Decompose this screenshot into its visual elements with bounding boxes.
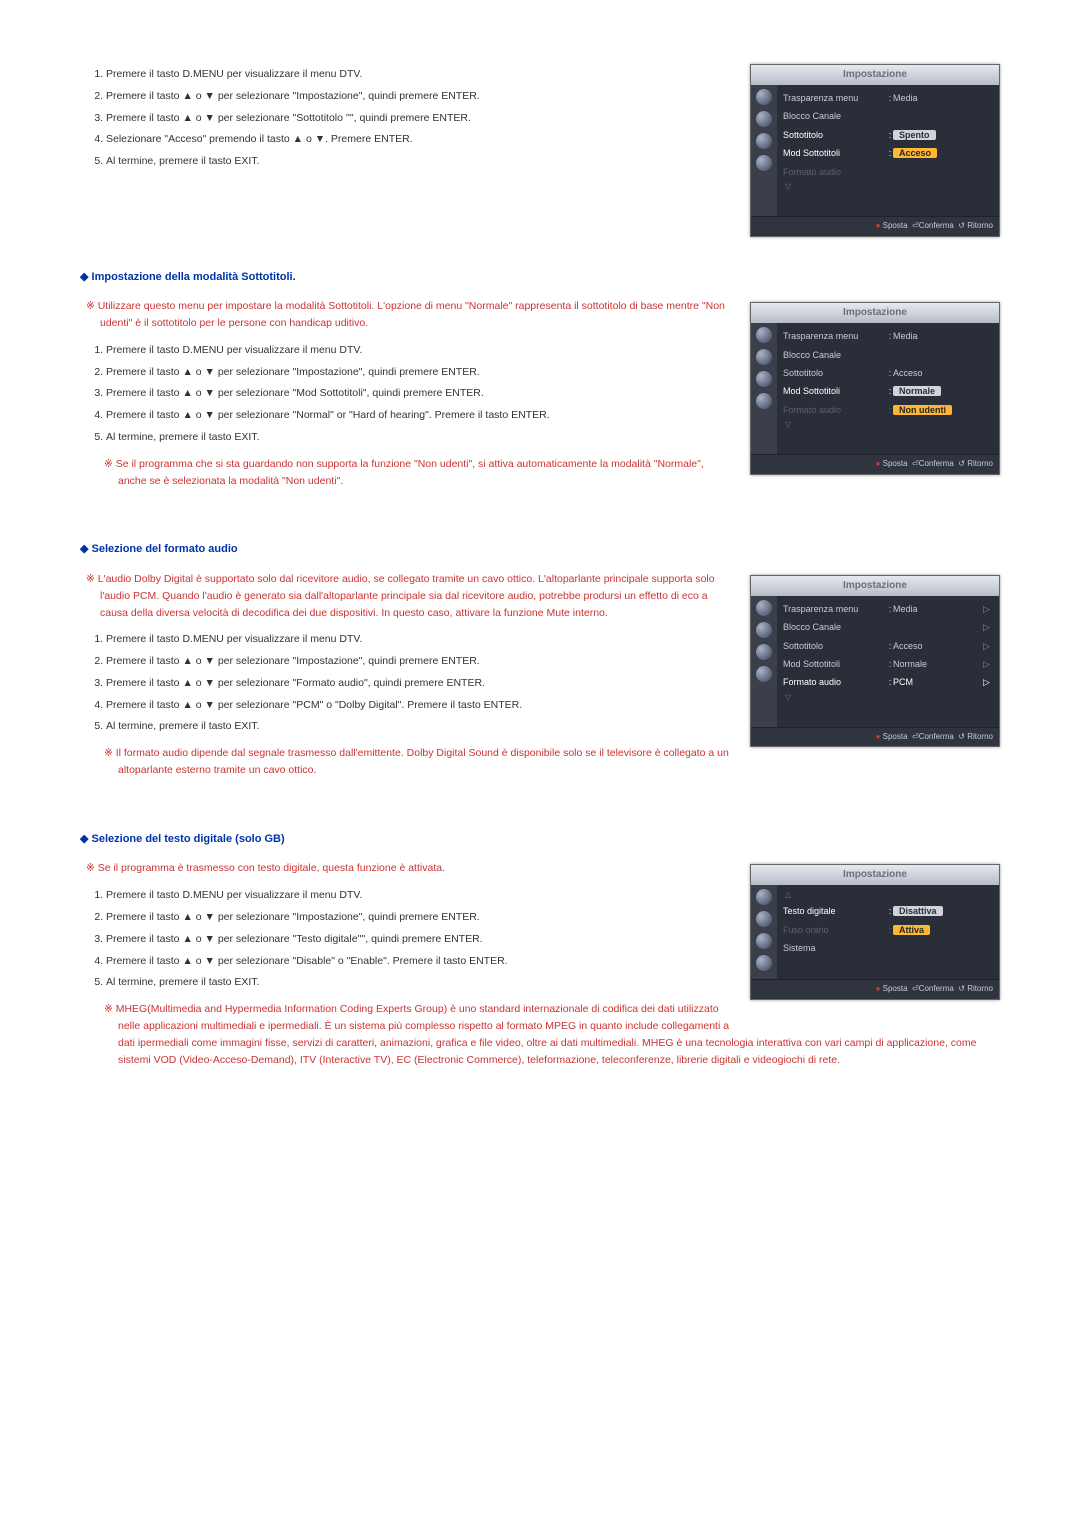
osd-value: Acceso [893,366,993,380]
osd-label: Blocco Canale [783,348,887,362]
osd-icon [756,111,772,127]
osd-value: PCM [893,675,983,689]
osd-icon-column [751,85,777,216]
section-mod-sottotitoli: Impostazione della modalità Sottotitoli.… [80,269,1000,490]
osd-icon [756,371,772,387]
osd-label: Formato audio [783,403,887,417]
chevron-right-icon: ▷ [983,602,993,616]
osd-title: Impostazione [751,65,999,85]
osd-impostazione-mod-sottotitoli: Impostazione Trasparenza menu:Media Bloc… [750,302,1000,475]
section-note: Il formato audio dipende dal segnale tra… [98,745,1000,779]
osd-label: Trasparenza menu [783,602,887,616]
section-heading: Selezione del testo digitale (solo GB) [80,831,1000,849]
osd-icon [756,644,772,660]
osd-value-highlight: Attiva [893,925,930,935]
osd-icon [756,666,772,682]
osd-value-highlight: Spento [893,130,936,140]
osd-footer: ● Sposta ⏎Conferma ↺ Ritorno [751,727,999,747]
osd-label: Formato audio [783,675,887,689]
osd-value: Acceso [893,639,983,653]
osd-value-highlight: Normale [893,386,941,396]
osd-icon [756,622,772,638]
osd-icon [756,349,772,365]
osd-value: Media [893,602,983,616]
osd-scroll-indicator: ▽ [783,692,993,705]
osd-impostazione-formato-audio: Impostazione Trasparenza menu:Media▷ Blo… [750,575,1000,748]
osd-label: Mod Sottotitoli [783,657,887,671]
osd-icon [756,889,772,905]
osd-icon [756,89,772,105]
osd-footer: ● Sposta ⏎Conferma ↺ Ritorno [751,216,999,236]
osd-label: Mod Sottotitoli [783,146,887,160]
osd-label: Fuso orario [783,923,887,937]
section-formato-audio: Selezione del formato audio Impostazione… [80,541,1000,779]
osd-icon [756,393,772,409]
osd-label: Blocco Canale [783,109,887,123]
chevron-right-icon: ▷ [983,620,993,634]
section-heading: Selezione del formato audio [80,541,1000,559]
osd-scroll-indicator: ▽ [783,181,993,194]
osd-value: Media [893,91,993,105]
osd-title: Impostazione [751,576,999,596]
section-heading: Impostazione della modalità Sottotitoli. [80,269,1000,287]
chevron-right-icon: ▷ [983,657,993,671]
osd-label: Sottotitolo [783,639,887,653]
osd-icon [756,327,772,343]
osd-icon [756,600,772,616]
osd-title: Impostazione [751,303,999,323]
osd-icon [756,955,772,971]
osd-icon-column [751,885,777,979]
section-testo-digitale: Selezione del testo digitale (solo GB) I… [80,831,1000,1069]
osd-footer: ● Sposta ⏎Conferma ↺ Ritorno [751,454,999,474]
osd-icon-column [751,323,777,454]
osd-label: Trasparenza menu [783,91,887,105]
osd-value-highlight: Disattiva [893,906,943,916]
osd-label: Mod Sottotitoli [783,384,887,398]
osd-label: Sottotitolo [783,366,887,380]
osd-label: Trasparenza menu [783,329,887,343]
section-note: MHEG(Multimedia and Hypermedia Informati… [98,1001,1000,1068]
osd-title: Impostazione [751,865,999,885]
osd-label: Sistema [783,941,887,955]
osd-icon-column [751,596,777,727]
osd-label: Blocco Canale [783,620,887,634]
chevron-right-icon: ▷ [983,675,993,689]
osd-label: Testo digitale [783,904,887,918]
osd-label: Formato audio [783,165,887,179]
osd-icon [756,911,772,927]
osd-value: Normale [893,657,983,671]
osd-footer: ● Sposta ⏎Conferma ↺ Ritorno [751,979,999,999]
osd-value-highlight: Non udenti [893,405,952,415]
osd-icon [756,155,772,171]
osd-value: Media [893,329,993,343]
osd-impostazione-testo-digitale: Impostazione △ Testo digitale:Disattiva … [750,864,1000,1000]
osd-impostazione-sottotitolo: Impostazione Trasparenza menu:Media Bloc… [750,64,1000,237]
osd-icon [756,133,772,149]
osd-icon [756,933,772,949]
osd-scroll-indicator: ▽ [783,419,993,432]
osd-scroll-indicator: △ [783,889,993,902]
osd-value-highlight: Acceso [893,148,937,158]
osd-label: Sottotitolo [783,128,887,142]
chevron-right-icon: ▷ [983,639,993,653]
